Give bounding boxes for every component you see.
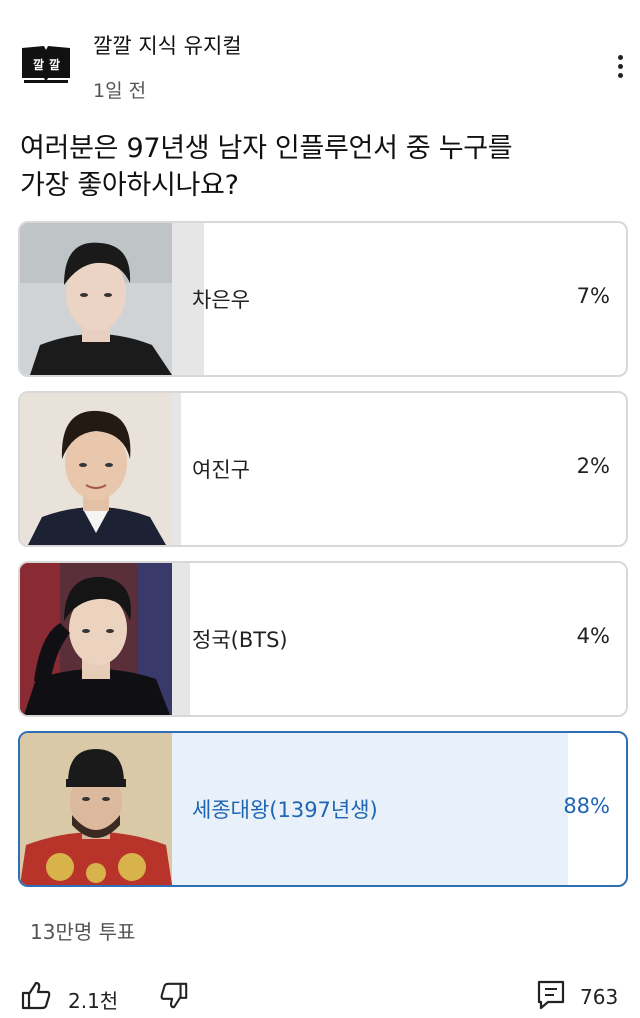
question-line-1: 여러분은 97년생 남자 인플루언서 중 누구를	[20, 133, 513, 164]
poll-question: 여러분은 97년생 남자 인플루언서 중 누구를 가장 좋아하시나요?	[20, 130, 620, 204]
option-label: 정국(BTS)	[192, 628, 288, 652]
more-dot-icon	[617, 64, 623, 69]
option-thumbnail-1	[20, 223, 172, 375]
comment-count: 763	[580, 985, 619, 1009]
option-percent: 88%	[563, 794, 610, 818]
poll-option-2[interactable]: 여진구 2%	[18, 391, 628, 547]
post-time: 1일 전	[93, 80, 147, 102]
action-bar: 2.1천 763	[0, 968, 640, 1018]
channel-avatar[interactable]: 깔 깔	[18, 42, 74, 86]
option-label: 여진구	[192, 458, 250, 482]
total-votes: 13만명 투표	[30, 920, 136, 944]
avatar-text-left: 깔	[33, 58, 44, 72]
poll-option-3[interactable]: 정국(BTS) 4%	[18, 561, 628, 717]
option-label: 세종대왕(1397년생)	[192, 798, 378, 822]
thumbs-up-icon[interactable]	[20, 979, 52, 1011]
question-line-2: 가장 좋아하시나요?	[20, 170, 239, 201]
option-label: 차은우	[192, 288, 250, 312]
option-thumbnail-3	[20, 563, 172, 715]
comment-icon[interactable]	[536, 979, 566, 1011]
more-dot-icon	[617, 73, 623, 78]
book-avatar-icon: 깔 깔	[22, 46, 70, 83]
option-fill-bar	[172, 393, 181, 545]
option-thumbnail-2	[20, 393, 172, 545]
avatar-text-right: 깔	[49, 58, 60, 72]
more-dot-icon	[617, 55, 623, 60]
option-percent: 4%	[576, 624, 610, 648]
option-thumbnail-4	[20, 733, 172, 885]
like-count: 2.1천	[68, 989, 119, 1013]
option-fill-bar	[172, 563, 190, 715]
option-percent: 7%	[576, 284, 610, 308]
poll-option-1[interactable]: 차은우 7%	[18, 221, 628, 377]
poll-option-4[interactable]: 세종대왕(1397년생) 88%	[18, 731, 628, 887]
option-percent: 2%	[576, 454, 610, 478]
channel-name[interactable]: 깔깔 지식 유지컬	[93, 30, 242, 60]
post-header: 깔 깔 깔깔 지식 유지컬 1일 전	[0, 0, 640, 110]
more-options-button[interactable]	[610, 52, 630, 86]
thumbs-down-icon[interactable]	[159, 981, 189, 1011]
